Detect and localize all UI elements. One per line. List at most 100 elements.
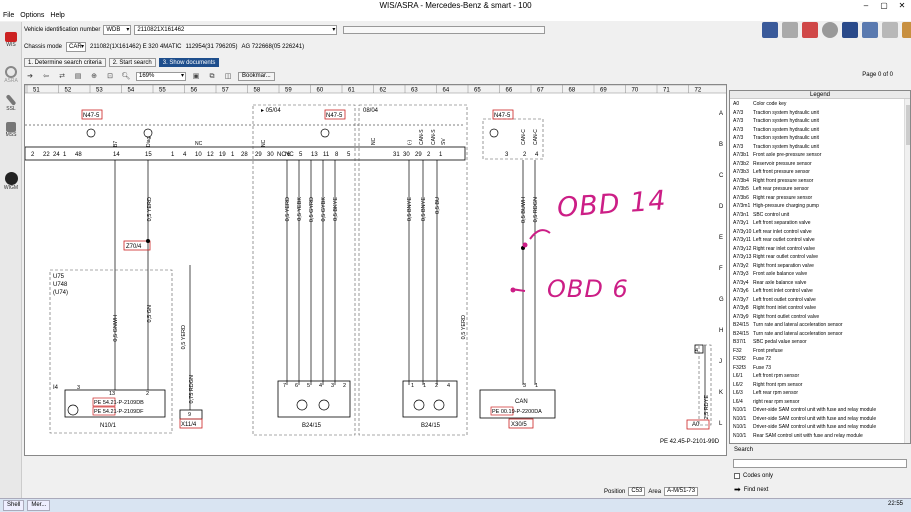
- print-icon[interactable]: [782, 22, 798, 38]
- legend-item[interactable]: F32 Front prefuse: [733, 347, 907, 356]
- connector-pin: 13: [311, 152, 318, 158]
- legend-item[interactable]: B24/15 Turn rate and lateral acceleration…: [733, 321, 907, 330]
- legend-item[interactable]: A7/3b4 Right front pressure sensor: [733, 177, 907, 186]
- zoom-fit-icon[interactable]: ⊡: [104, 72, 116, 81]
- taskbar-mercedes[interactable]: Mer...: [27, 500, 51, 511]
- legend-item[interactable]: A7/3b5 Left rear pressure sensor: [733, 185, 907, 194]
- legend-item[interactable]: A7/3y2 Right front separation valve: [733, 262, 907, 271]
- legend-item[interactable]: A0 Color code key: [733, 100, 907, 109]
- legend-item[interactable]: A7/3y10 Left rear inlet control valve: [733, 228, 907, 237]
- list-icon[interactable]: [882, 22, 898, 38]
- legend-item[interactable]: F32f3 Fuse 73: [733, 364, 907, 373]
- legend-code: A7/3y2: [733, 262, 749, 269]
- menu-help[interactable]: Help: [50, 11, 64, 21]
- legend-item[interactable]: L6/4 right rear rpm sensor: [733, 398, 907, 407]
- legend-item[interactable]: N10/1 Driver-side SAM control unit with f…: [733, 415, 907, 424]
- legend-item[interactable]: A7/3y4 Rear axle balance valve: [733, 279, 907, 288]
- info-icon[interactable]: [842, 22, 858, 38]
- step-show-documents[interactable]: 3. Show documents: [158, 58, 220, 67]
- legend-code: A7/3n1: [733, 211, 749, 218]
- fit-page-icon[interactable]: ▣: [190, 72, 202, 81]
- step-determine-search[interactable]: 1. Determine search criteria: [24, 58, 106, 67]
- legend-item[interactable]: L6/3 Left rear rpm sensor: [733, 389, 907, 398]
- vehicle-icon[interactable]: [762, 22, 778, 38]
- legend-item[interactable]: B37/1 SBC pedal value sensor: [733, 338, 907, 347]
- legend-item[interactable]: A7/3y6 Left front inlet control valve: [733, 287, 907, 296]
- zoom-search-icon[interactable]: 🔍︎: [120, 72, 132, 81]
- find-next-button[interactable]: ➡ Find next: [734, 485, 768, 494]
- vin-prefix-select[interactable]: WDB: [103, 25, 132, 35]
- zoom-in-icon[interactable]: ⊕: [88, 72, 100, 81]
- menu-options[interactable]: Options: [20, 11, 44, 21]
- legend-item[interactable]: A7/3y3 Front axle balance valve: [733, 270, 907, 279]
- legend-item[interactable]: A7/3b2 Reservoir pressure sensor: [733, 160, 907, 169]
- legend-text: Traction system hydraulic unit: [753, 126, 819, 133]
- legend-scroll-thumb[interactable]: [906, 105, 910, 145]
- view-icon[interactable]: ◫: [222, 72, 234, 81]
- chassis-mode-select[interactable]: CAR: [66, 42, 87, 52]
- step-start-search[interactable]: 2. Start search: [108, 58, 156, 67]
- legend-item[interactable]: B24/15 Turn rate and lateral acceleration…: [733, 330, 907, 339]
- nav-wis[interactable]: WIS: [0, 32, 22, 48]
- wire-label: 0,5 GNWH: [113, 315, 119, 342]
- wiring-diagram[interactable]: 51 52 53 54 55 56 57 58 59 60 61 62 63 64 65 66 67 68 69 70…: [24, 84, 727, 456]
- legend-item[interactable]: A7/3y1 Left front separation valve: [733, 219, 907, 228]
- legend-item[interactable]: A7/3y8 Right front inlet control valve: [733, 304, 907, 313]
- checkbox-box[interactable]: [734, 473, 740, 479]
- legend-item[interactable]: A7/3y12 Right rear inlet control valve: [733, 245, 907, 254]
- maximize-button[interactable]: ▢: [875, 0, 893, 11]
- vin-value-select[interactable]: 2110821X161462: [134, 25, 338, 35]
- legend-item[interactable]: A7/3 Traction system hydraulic unit: [733, 126, 907, 135]
- nav-asra[interactable]: ASRA: [0, 66, 22, 84]
- bookmark-button[interactable]: Bookmar...: [238, 72, 275, 81]
- legend-item[interactable]: A7/3y9 Right front outlet control valve: [733, 313, 907, 322]
- zoom-select[interactable]: 169%: [136, 72, 186, 81]
- legend-item[interactable]: A7/3b1 Front axle pre-pressure sensor: [733, 151, 907, 160]
- legend-item[interactable]: A7/3 Traction system hydraulic unit: [733, 134, 907, 143]
- legend-item[interactable]: A7/3b3 Left front pressure sensor: [733, 168, 907, 177]
- legend-item[interactable]: A7/3n1 SBC control unit: [733, 211, 907, 220]
- legend-item[interactable]: A7/3y13 Right rear outlet control valve: [733, 253, 907, 262]
- search-input[interactable]: [733, 459, 907, 468]
- legend-item[interactable]: A7/3b6 Right rear pressure sensor: [733, 194, 907, 203]
- legend-item[interactable]: A7/3 Traction system hydraulic unit: [733, 109, 907, 118]
- pin-number: 5: [307, 383, 310, 389]
- legend-item[interactable]: A7/3 Traction system hydraulic unit: [733, 117, 907, 126]
- nav-mss[interactable]: MSS: [0, 122, 22, 138]
- legend-item[interactable]: A7/3 Traction system hydraulic unit: [733, 143, 907, 152]
- row-letter: J: [719, 359, 722, 365]
- legend-item[interactable]: F32f2 Fuse 72: [733, 355, 907, 364]
- pin-number: 4: [447, 383, 450, 389]
- settings-icon[interactable]: [822, 22, 838, 38]
- arrow-right-icon[interactable]: ➔: [24, 72, 36, 81]
- close-button[interactable]: ✕: [893, 0, 911, 11]
- legend-item[interactable]: A7/3m1 High-pressure charging pump: [733, 202, 907, 211]
- nav-ssl[interactable]: SSL: [0, 94, 22, 112]
- legend-item[interactable]: L6/2 Right front rpm sensor: [733, 381, 907, 390]
- connector-pin: 5: [299, 152, 303, 158]
- legend-item[interactable]: N10/1 Driver-side SAM control unit with f…: [733, 423, 907, 432]
- menu-file[interactable]: File: [3, 11, 14, 21]
- minimize-button[interactable]: –: [857, 0, 875, 11]
- component-label: B24/15: [421, 423, 441, 429]
- legend-item[interactable]: N10/1 Rear SAM control unit with fuse and…: [733, 432, 907, 441]
- codes-only-checkbox[interactable]: Codes only: [734, 473, 773, 479]
- legend-item[interactable]: A7/3y11 Left rear outlet control valve: [733, 236, 907, 245]
- exit-icon[interactable]: [902, 22, 911, 38]
- layout-icon[interactable]: ▤: [72, 72, 84, 81]
- legend-item[interactable]: N10/1 Driver-side SAM control unit with f…: [733, 406, 907, 415]
- pages-icon[interactable]: ⧉: [206, 72, 218, 81]
- row-letter: A: [719, 111, 723, 117]
- row-letter: B: [719, 142, 723, 148]
- arrow-left-icon[interactable]: ⇦: [40, 72, 52, 81]
- legend-item[interactable]: L6/1 Left front rpm sensor: [733, 372, 907, 381]
- arrow-pair-icon[interactable]: ⇄: [56, 72, 68, 81]
- eraser-icon[interactable]: [802, 22, 818, 38]
- legend-code: A7/3y10: [733, 228, 752, 235]
- taskbar-shell[interactable]: Shell: [3, 500, 25, 511]
- column-number: 56: [191, 88, 198, 94]
- nav-wigm[interactable]: WIGM: [0, 172, 22, 191]
- legend-scrollbar[interactable]: [904, 99, 910, 443]
- legend-item[interactable]: A7/3y7 Left front outlet control valve: [733, 296, 907, 305]
- book-icon[interactable]: [862, 22, 878, 38]
